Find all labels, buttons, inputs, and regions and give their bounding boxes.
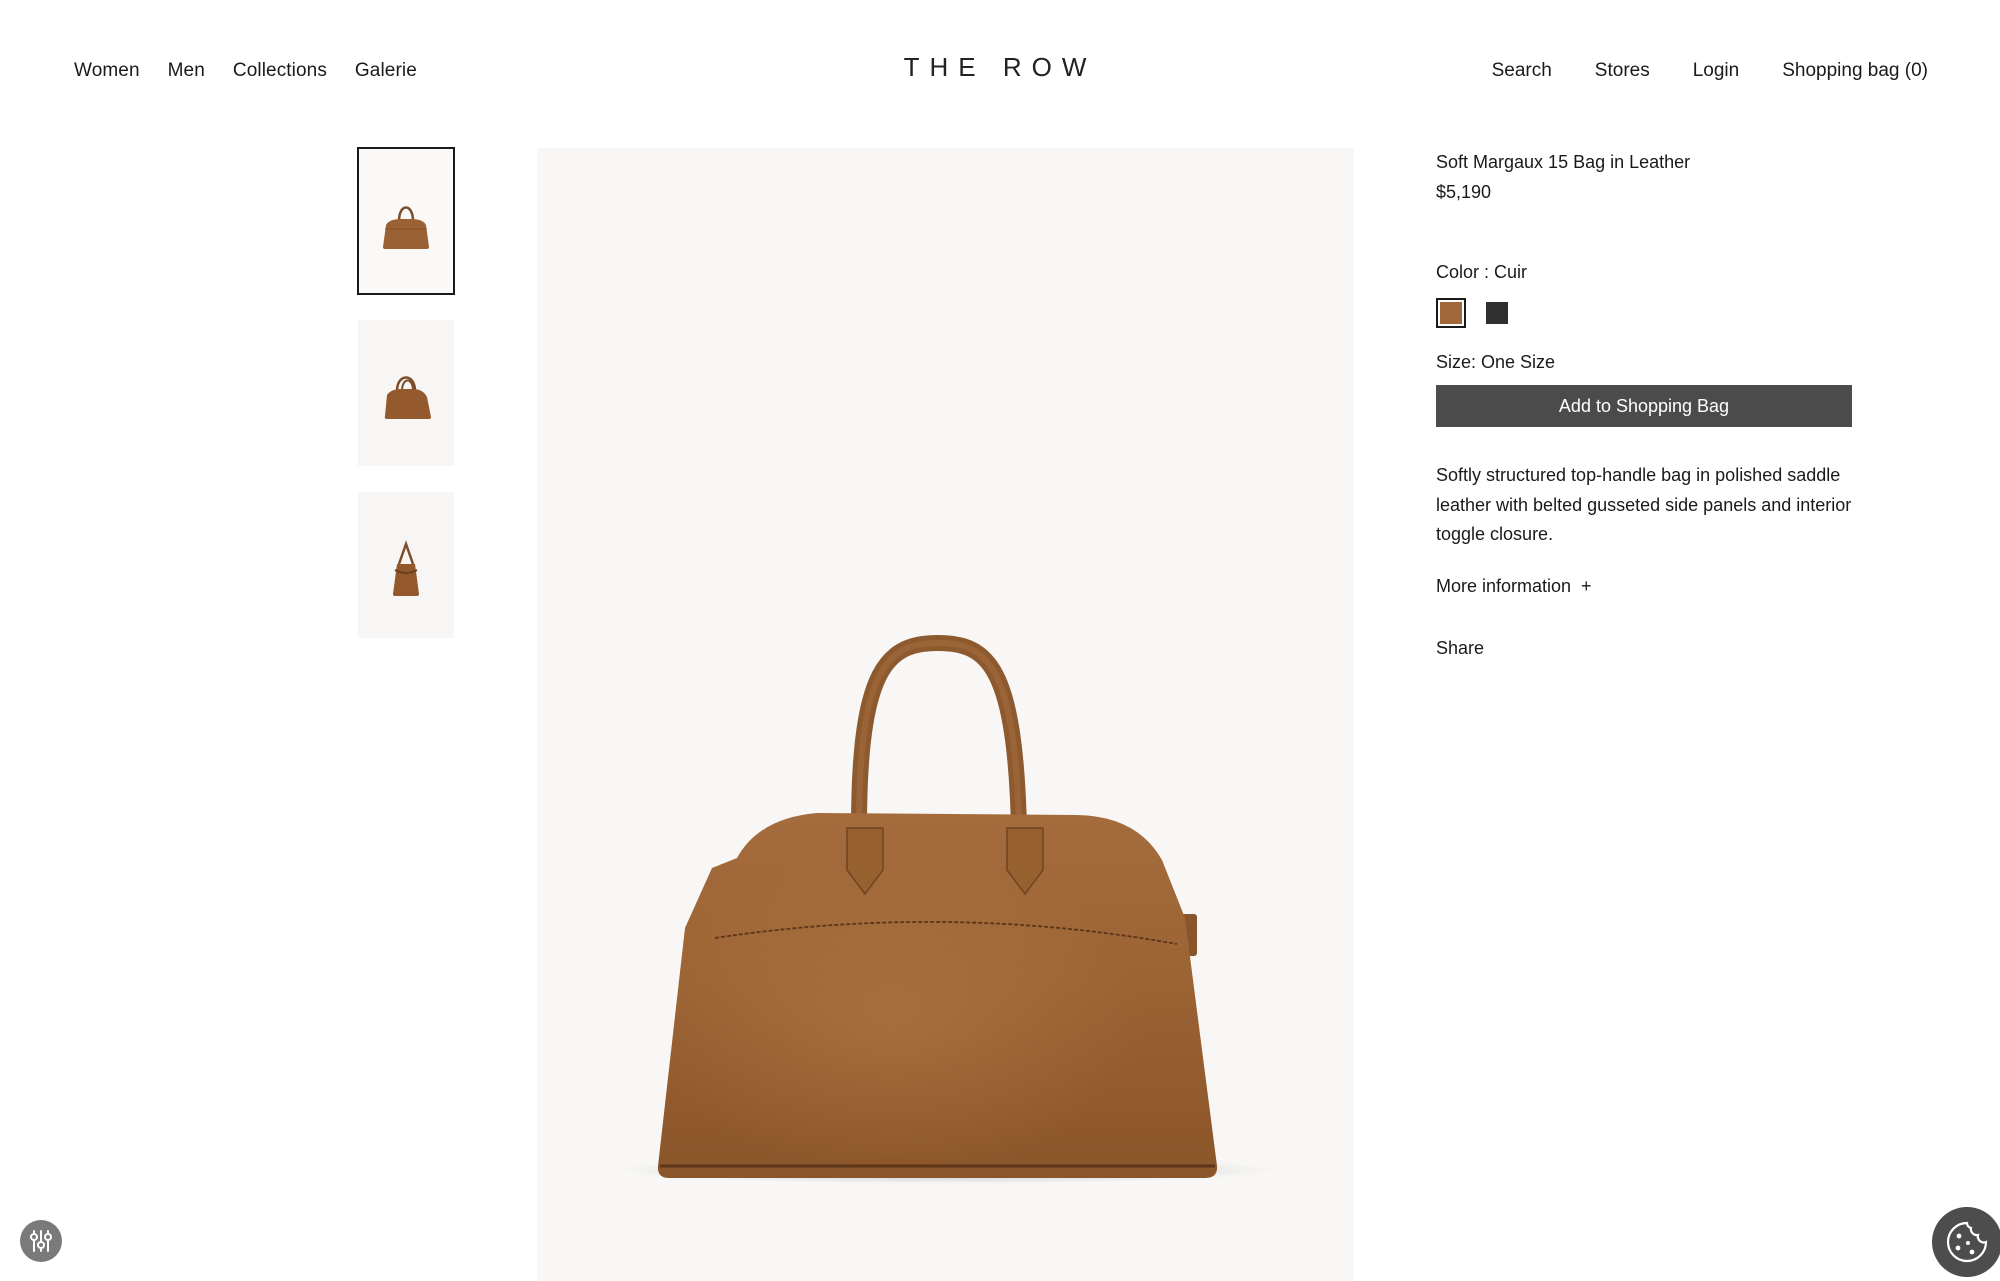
nav-shopping-bag[interactable]: Shopping bag (0) [1782,60,1928,82]
product-price: $5,190 [1436,182,1492,202]
nav-login[interactable]: Login [1693,60,1740,82]
product-info: Soft Margaux 15 Bag in Leather $5,190 Co… [1436,150,1852,660]
thumbnail-3[interactable] [358,492,454,638]
thumbnail-list [357,147,455,664]
sliders-icon [30,1230,52,1252]
bag-front-thumbnail [383,206,429,249]
product-title: Soft Margaux 15 Bag in Leather [1436,152,1691,172]
bag-front-image [617,634,1277,1184]
bag-side-thumbnail [393,540,419,596]
share-link[interactable]: Share [1436,636,1852,660]
size-label: Size: One Size [1436,352,1556,372]
site-header: Women Men Collections Galerie THE ROW Se… [0,0,2000,140]
product-description: Softly structured top-handle bag in poli… [1436,465,1852,544]
swatch-cuir-chip [1440,302,1462,324]
color-swatches [1436,298,1852,328]
more-information-toggle[interactable]: More information + [1436,574,1852,598]
utility-nav: Search Stores Login Shopping bag (0) [1449,60,1928,82]
cookie-icon [1946,1221,1988,1263]
thumbnail-2[interactable] [358,320,454,466]
nav-search[interactable]: Search [1492,60,1552,82]
main-product-image[interactable] [537,148,1354,1281]
accessibility-settings-button[interactable] [20,1220,62,1262]
cookie-settings-button[interactable] [1932,1207,2000,1277]
nav-stores[interactable]: Stores [1595,60,1650,82]
bag-angle-thumbnail [384,376,431,419]
add-to-bag-button[interactable]: Add to Shopping Bag [1436,385,1852,427]
color-label: Color : Cuir [1436,262,1528,282]
thumbnail-1[interactable] [357,147,455,295]
swatch-black[interactable] [1482,298,1512,328]
swatch-cuir[interactable] [1436,298,1466,328]
swatch-black-chip [1486,302,1508,324]
